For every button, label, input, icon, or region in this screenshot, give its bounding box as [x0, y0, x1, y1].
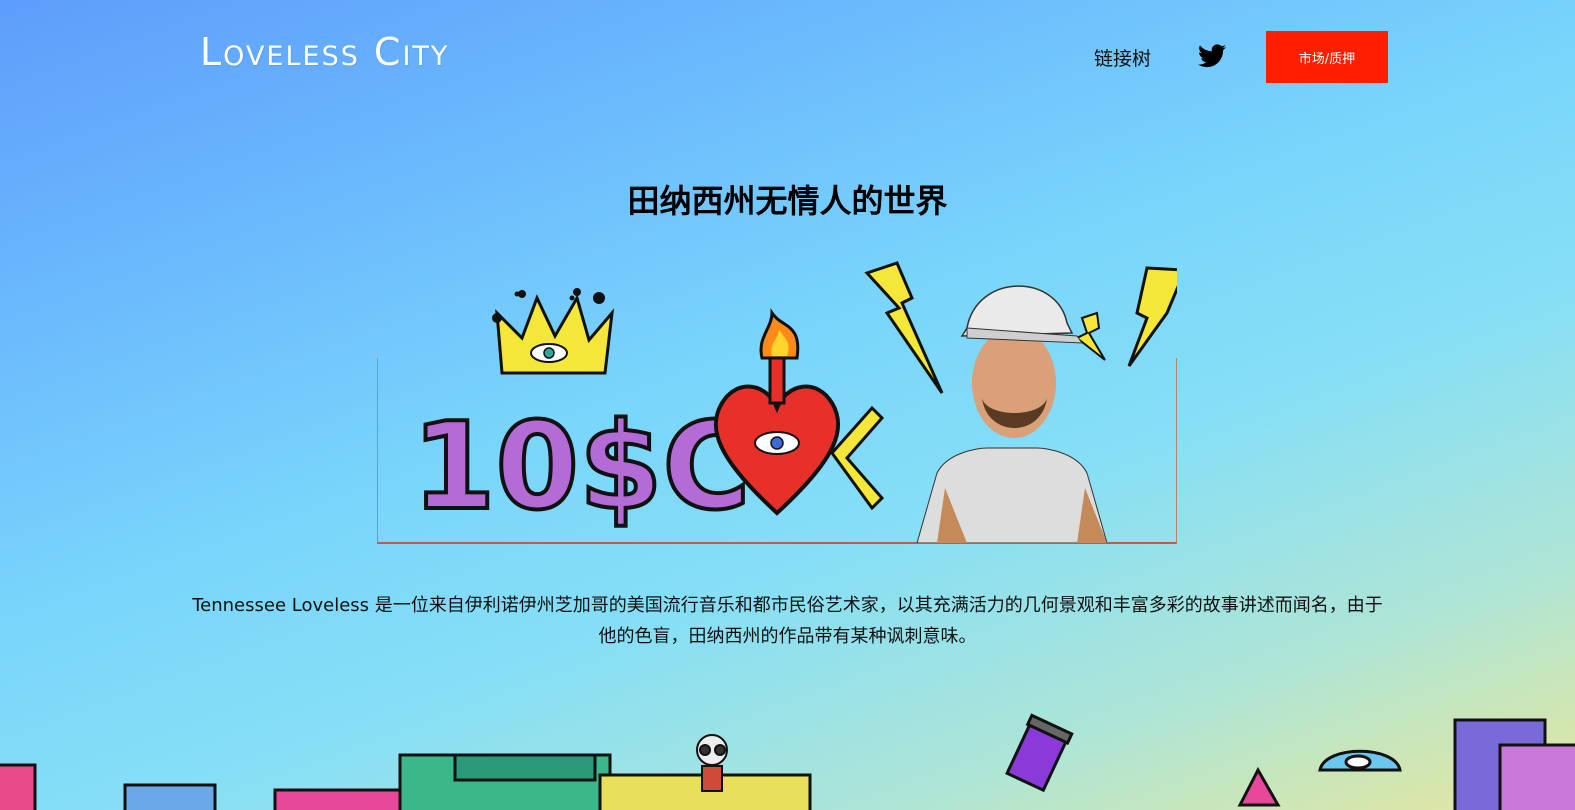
svg-text:10$C: 10$C [412, 398, 751, 537]
lightning-bolt-icon [864, 261, 944, 394]
crown-icon [492, 288, 615, 375]
nav-link-linktree[interactable]: 链接树 [1094, 44, 1151, 71]
cityscape-artwork [0, 713, 1575, 810]
lightning-bolt-icon [1075, 311, 1106, 361]
artist-portrait [916, 285, 1108, 543]
page-title: 田纳西州无情人的世界 [627, 182, 948, 220]
twitter-icon[interactable] [1198, 44, 1226, 68]
banner-lettering: 10$C [410, 396, 753, 539]
banner-artwork: 10$C [410, 261, 1177, 543]
site-logo[interactable]: Loveless City [200, 30, 449, 74]
robot-figure [696, 734, 728, 792]
market-staking-button[interactable]: 市场/质押 [1266, 31, 1388, 83]
artist-description: Tennessee Loveless 是一位来自伊利诺伊州芝加哥的美国流行音乐和… [192, 595, 1383, 647]
jelly-jar [1005, 713, 1074, 793]
hero-banner: 10$C [377, 258, 1177, 544]
lightning-bolt-icon [1127, 266, 1177, 367]
